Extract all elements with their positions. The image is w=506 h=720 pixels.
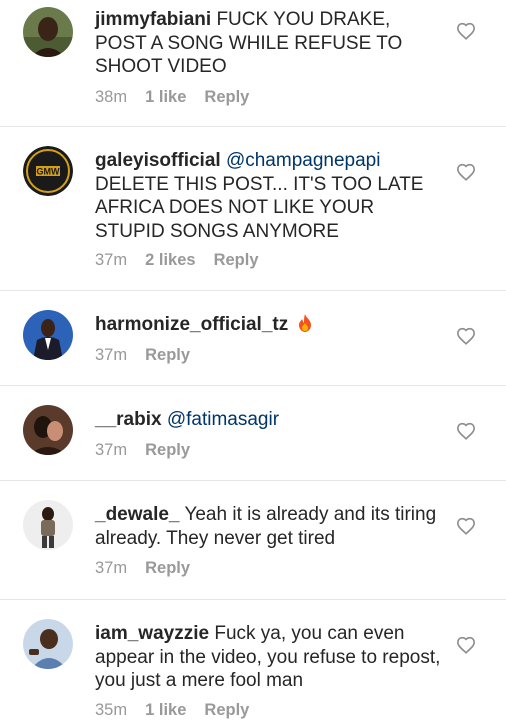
avatar[interactable] [23, 500, 73, 550]
like-heart-icon[interactable] [456, 163, 476, 181]
comment-mention[interactable]: @champagnepapi [226, 150, 381, 171]
comment-body: galeyisofficial @champagnepapi DELETE TH… [95, 149, 446, 243]
comment-item: _dewale_ Yeah it is already and its tiri… [0, 481, 506, 600]
comment-username[interactable]: harmonize_official_tz [95, 314, 288, 335]
avatar-photo-icon [23, 310, 73, 360]
reply-button[interactable]: Reply [204, 88, 249, 107]
comment-meta: 37m Reply [95, 346, 190, 365]
comment-item: __rabix @fatimasagir 37m Reply [0, 386, 506, 481]
comment-time: 37m [95, 346, 128, 364]
avatar[interactable] [23, 405, 73, 455]
avatar-photo-icon [23, 405, 73, 455]
comment-username[interactable]: __rabix [95, 409, 162, 430]
comment-time: 35m [95, 701, 128, 719]
comment-body: harmonize_official_tz [95, 313, 446, 337]
comment-body: iam_wayzzie Fuck ya, you can even appear… [95, 622, 446, 693]
comment-meta: 38m 1 like Reply [95, 88, 249, 107]
comment-time: 37m [95, 251, 128, 269]
reply-button[interactable]: Reply [204, 701, 249, 720]
avatar-photo-icon [23, 619, 73, 669]
like-heart-icon[interactable] [456, 636, 476, 654]
comment-item: harmonize_official_tz 37m Reply [0, 291, 506, 386]
comment-text: DELETE THIS POST... IT'S TOO LATE AFRICA… [95, 173, 424, 242]
like-heart-icon[interactable] [456, 327, 476, 345]
like-heart-icon[interactable] [456, 517, 476, 535]
comment-meta: 37m 2 likes Reply [95, 251, 259, 270]
reply-button[interactable]: Reply [145, 559, 190, 578]
comment-mention[interactable]: @fatimasagir [167, 409, 279, 430]
avatar[interactable] [23, 7, 73, 57]
comment-username[interactable]: jimmyfabiani [95, 9, 211, 30]
comment-time: 38m [95, 88, 128, 106]
reply-button[interactable]: Reply [214, 251, 259, 270]
comment-likes[interactable]: 1 like [145, 701, 186, 720]
comment-body: _dewale_ Yeah it is already and its tiri… [95, 503, 446, 550]
avatar-photo-icon [23, 500, 73, 550]
comment-username[interactable]: iam_wayzzie [95, 623, 209, 644]
like-heart-icon[interactable] [456, 22, 476, 40]
comment-likes[interactable]: 1 like [145, 88, 186, 107]
fire-icon [298, 314, 312, 332]
avatar-photo-icon [23, 7, 73, 57]
comment-meta: 37m Reply [95, 441, 190, 460]
avatar[interactable] [23, 619, 73, 669]
reply-button[interactable]: Reply [145, 346, 190, 365]
avatar[interactable] [23, 310, 73, 360]
comment-meta: 37m Reply [95, 559, 190, 578]
comment-meta: 35m 1 like Reply [95, 701, 249, 720]
comment-username[interactable]: _dewale_ [95, 504, 180, 525]
comment-likes[interactable]: 2 likes [145, 251, 195, 270]
comment-time: 37m [95, 441, 128, 459]
like-heart-icon[interactable] [456, 422, 476, 440]
reply-button[interactable]: Reply [145, 441, 190, 460]
avatar[interactable]: GMW [23, 146, 73, 196]
gmw-logo-icon: GMW [23, 146, 73, 196]
comment-username[interactable]: galeyisofficial [95, 150, 221, 171]
comment-item: iam_wayzzie Fuck ya, you can even appear… [0, 600, 506, 720]
comment-body: jimmyfabiani FUCK YOU DRAKE, POST A SONG… [95, 8, 446, 79]
avatar-logo-text: GMW [37, 167, 60, 177]
comment-item: GMW galeyisofficial @champagnepapi DELET… [0, 127, 506, 291]
comment-body: __rabix @fatimasagir [95, 408, 446, 432]
comment-time: 37m [95, 559, 128, 577]
comment-item: jimmyfabiani FUCK YOU DRAKE, POST A SONG… [0, 0, 506, 127]
